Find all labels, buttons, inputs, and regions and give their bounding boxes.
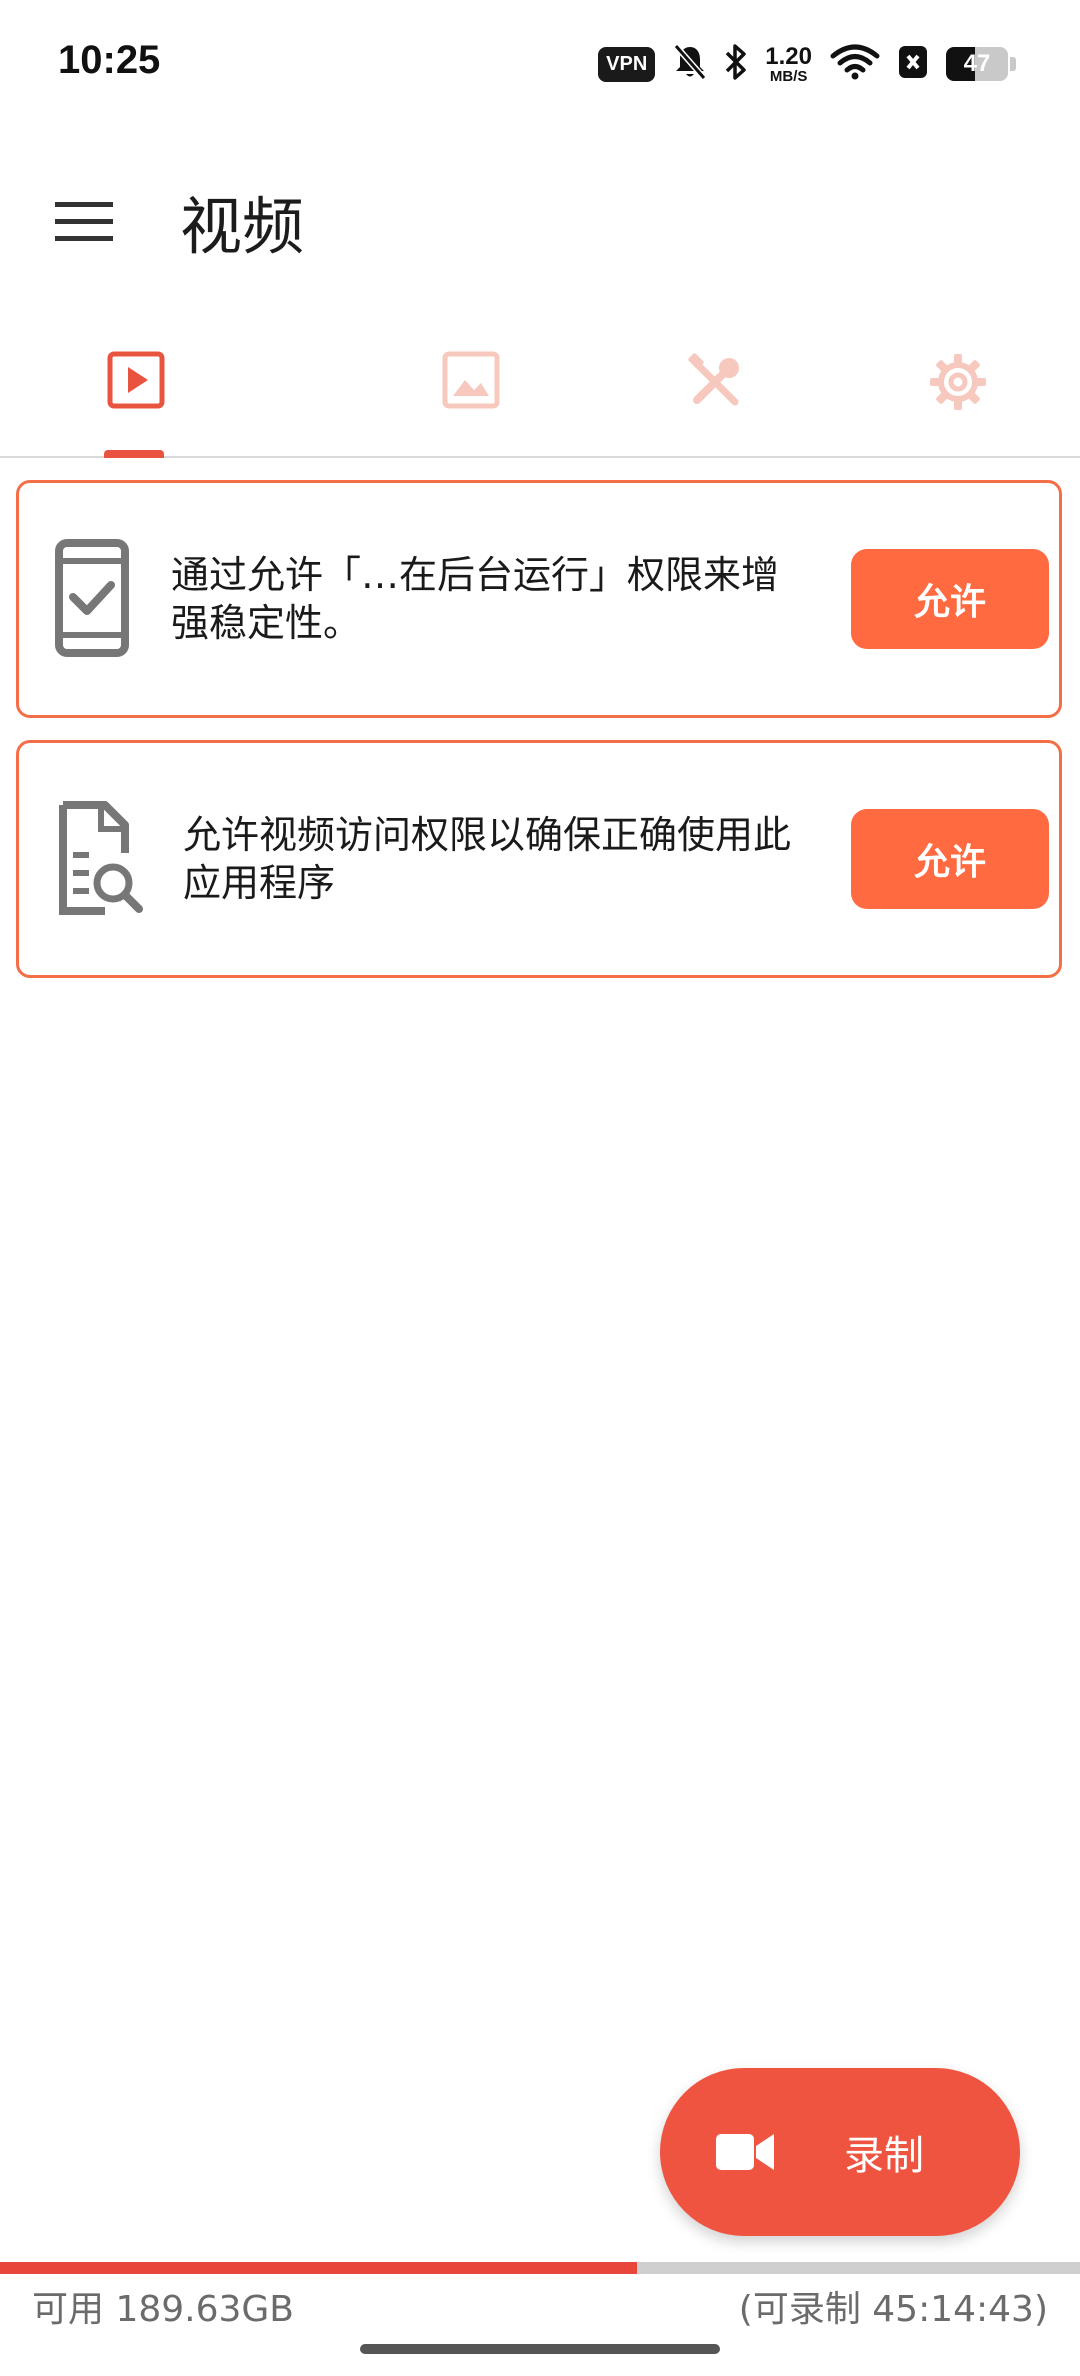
tab-video[interactable] xyxy=(0,320,350,458)
video-camera-icon xyxy=(716,2134,774,2170)
video-access-message: 允许视频访问权限以确保正确使用此应用程序 xyxy=(183,813,792,905)
storage-usage-fill xyxy=(0,2262,638,2274)
sim-x-icon xyxy=(898,44,928,84)
tab-tools[interactable] xyxy=(593,320,837,456)
storage-usage-bar xyxy=(0,2262,1080,2274)
menu-icon xyxy=(55,202,113,241)
document-search-icon xyxy=(59,801,143,915)
network-speed-value: 1.20 xyxy=(765,42,812,70)
status-bar: 10:25 VPN 1.20 MB/S 47 xyxy=(0,0,1080,126)
record-button[interactable]: 录制 xyxy=(660,2068,1020,2236)
page-title: 视频 xyxy=(180,190,305,263)
tab-selected-indicator xyxy=(104,450,164,458)
battery-indicator: 47 xyxy=(946,47,1008,81)
background-permission-message: 通过允许「…在后台运行」权限来增强稳定性。 xyxy=(171,553,780,645)
app-bar: 视频 xyxy=(0,126,1080,306)
image-icon xyxy=(442,351,500,409)
tab-settings[interactable] xyxy=(837,320,1080,456)
bluetooth-icon xyxy=(725,43,747,85)
storage-available-text: 可用 189.63GB xyxy=(32,2289,295,2330)
status-icons: VPN 1.20 MB/S 47 xyxy=(598,40,1016,88)
tab-bar xyxy=(0,320,1080,458)
wifi-icon xyxy=(830,44,880,84)
settings-gear-icon xyxy=(930,354,987,410)
allow-video-access-button[interactable]: 允许 xyxy=(851,809,1049,909)
tools-icon xyxy=(688,353,739,406)
storage-remaining-time: (可录制 45:14:43) xyxy=(738,2289,1048,2330)
allow-background-button[interactable]: 允许 xyxy=(851,549,1049,649)
video-play-icon xyxy=(107,351,165,409)
tab-image[interactable] xyxy=(350,320,594,456)
bell-off-icon xyxy=(673,43,707,85)
network-speed: 1.20 MB/S xyxy=(765,42,812,85)
vpn-badge: VPN xyxy=(598,46,656,82)
menu-button[interactable] xyxy=(40,178,128,266)
battery-tip xyxy=(1010,57,1016,71)
background-permission-card: 通过允许「…在后台运行」权限来增强稳定性。 允许 xyxy=(16,480,1062,718)
video-access-card: 允许视频访问权限以确保正确使用此应用程序 允许 xyxy=(16,740,1062,978)
gesture-nav-handle[interactable] xyxy=(360,2344,720,2354)
status-time: 10:25 xyxy=(58,38,161,82)
battery-level: 47 xyxy=(963,50,991,77)
network-speed-unit: MB/S xyxy=(769,67,808,85)
phone-check-icon xyxy=(55,539,129,657)
record-button-label: 录制 xyxy=(844,2133,924,2179)
